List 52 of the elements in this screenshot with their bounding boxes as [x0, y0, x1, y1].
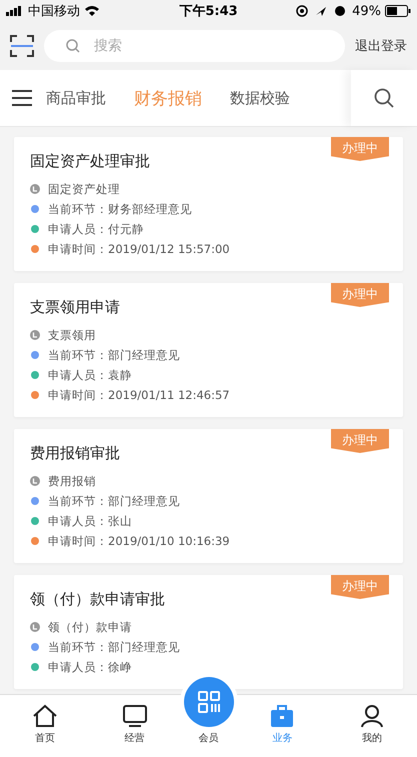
card-title: 领（付）款申请审批: [30, 589, 166, 609]
status-tag: 办理中: [331, 283, 389, 307]
search-field[interactable]: 搜索: [44, 30, 345, 62]
approval-card[interactable]: 固定资产处理审批 办理中 固定资产处理 当前环节：财务部经理意见 申请人员：付元静 申请时间：2019/01/12 15:57:00: [14, 137, 403, 271]
detail-text: 申请时间：2019/01/10 10:16:39: [48, 534, 230, 548]
detail-text: 当前环节：部门经理意见: [48, 494, 180, 508]
category-icon: [30, 184, 40, 194]
approval-card[interactable]: 领（付）款申请审批 办理中 领（付）款申请 当前环节：部门经理意见 申请人员：徐峥: [14, 575, 403, 689]
category-icon: [30, 622, 40, 632]
scan-icon[interactable]: [10, 35, 34, 57]
card-title: 费用报销审批: [30, 443, 121, 463]
detail-text: 固定资产处理: [48, 182, 120, 196]
briefcase-icon: [269, 704, 296, 728]
category-icon: [30, 330, 40, 340]
nav-tab[interactable]: 我的: [327, 695, 417, 757]
battery-icon: [385, 5, 411, 17]
nav-tab[interactable]: 首页: [0, 695, 90, 757]
status-tag: 办理中: [331, 137, 389, 161]
person-icon: [359, 704, 386, 728]
signal-icon: [6, 6, 24, 16]
detail-text: 支票领用: [48, 328, 96, 342]
detail-text: 申请时间：2019/01/12 15:57:00: [48, 242, 230, 256]
detail-text: 当前环节：部门经理意见: [48, 640, 180, 654]
detail-text: 领（付）款申请: [48, 620, 132, 634]
logout-button[interactable]: 退出登录: [355, 37, 407, 55]
status-tag: 办理中: [331, 429, 389, 453]
menu-icon[interactable]: [12, 90, 32, 106]
card-title: 固定资产处理审批: [30, 151, 151, 171]
category-icon: [30, 476, 40, 486]
search-icon: [66, 39, 80, 53]
clock-time: 下午5:43: [179, 3, 238, 20]
nav-tab[interactable]: 经营: [90, 695, 180, 757]
search-icon[interactable]: [374, 88, 394, 108]
card-title: 支票领用申请: [30, 297, 121, 317]
approval-card[interactable]: 费用报销审批 办理中 费用报销 当前环节：部门经理意见 申请人员：张山 申请时间：2019/01/10 10:16:39: [14, 429, 403, 563]
home-icon: [32, 704, 58, 728]
wifi-icon: [84, 5, 100, 17]
category-tab[interactable]: 数据校验: [216, 88, 304, 108]
battery-percent: 49%: [352, 4, 381, 18]
approval-card[interactable]: 支票领用申请 办理中 支票领用 当前环节：部门经理意见 申请人员：袁静 申请时间：2019/01/11 12:46:57: [14, 283, 403, 417]
monitor-icon: [122, 704, 148, 728]
detail-text: 申请人员：徐峥: [48, 660, 132, 674]
detail-text: 当前环节：财务部经理意见: [48, 202, 192, 216]
detail-text: 申请人员：袁静: [48, 368, 132, 382]
detail-text: 费用报销: [48, 474, 96, 488]
detail-text: 当前环节：部门经理意见: [48, 348, 180, 362]
carrier-name: 中国移动: [28, 3, 80, 20]
detail-text: 申请人员：张山: [48, 514, 132, 528]
detail-text: 申请时间：2019/01/11 12:46:57: [48, 388, 230, 402]
category-tab[interactable]: 商品审批: [32, 88, 120, 108]
status-tag: 办理中: [331, 575, 389, 599]
detail-text: 申请人员：付元静: [48, 222, 144, 236]
